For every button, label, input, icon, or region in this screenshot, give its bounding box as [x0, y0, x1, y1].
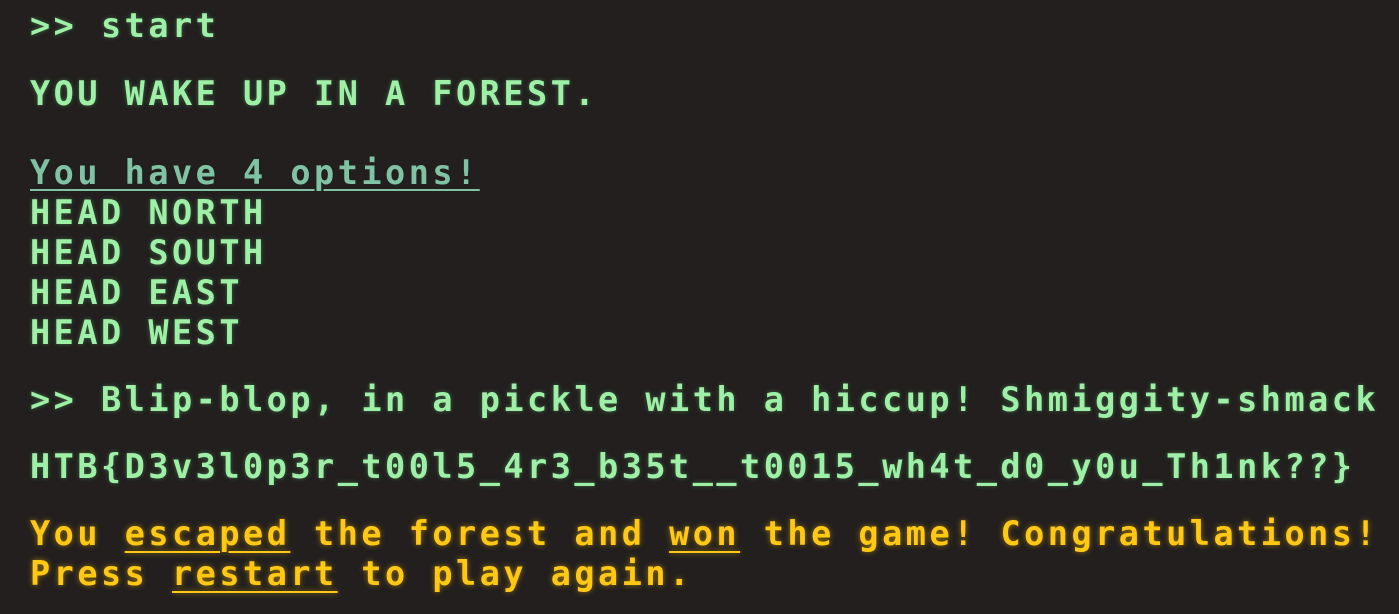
win-text: the game! Congratulations! [740, 514, 1380, 553]
command-line-start: >> start [30, 6, 220, 45]
option-head-north[interactable]: HEAD NORTH [30, 193, 267, 233]
win-text: Press [30, 554, 173, 593]
win-text: to play again. [337, 554, 693, 593]
win-text: You [30, 514, 125, 553]
option-head-south[interactable]: HEAD SOUTH [30, 233, 267, 273]
restart-link[interactable]: restart [172, 554, 338, 593]
escaped-link[interactable]: escaped [125, 514, 291, 553]
win-message-line-2: Press restart to play again. [30, 554, 693, 594]
win-text: the forest and [290, 514, 670, 553]
scene-description: YOU WAKE UP IN A FOREST. [30, 74, 599, 113]
flag-text: HTB{D3v3l0p3r_t00l5_4r3_b35t__t0015_wh4t… [30, 447, 1356, 486]
options-header: You have 4 options! [30, 153, 480, 192]
option-head-east[interactable]: HEAD EAST [30, 273, 243, 313]
command-line-secret: >> Blip-blop, in a pickle with a hiccup!… [30, 380, 1380, 419]
game-terminal[interactable]: >> start YOU WAKE UP IN A FOREST. You ha… [0, 0, 1399, 614]
option-head-west[interactable]: HEAD WEST [30, 313, 243, 353]
won-link[interactable]: won [669, 514, 740, 553]
win-message-line-1: You escaped the forest and won the game!… [30, 514, 1379, 554]
